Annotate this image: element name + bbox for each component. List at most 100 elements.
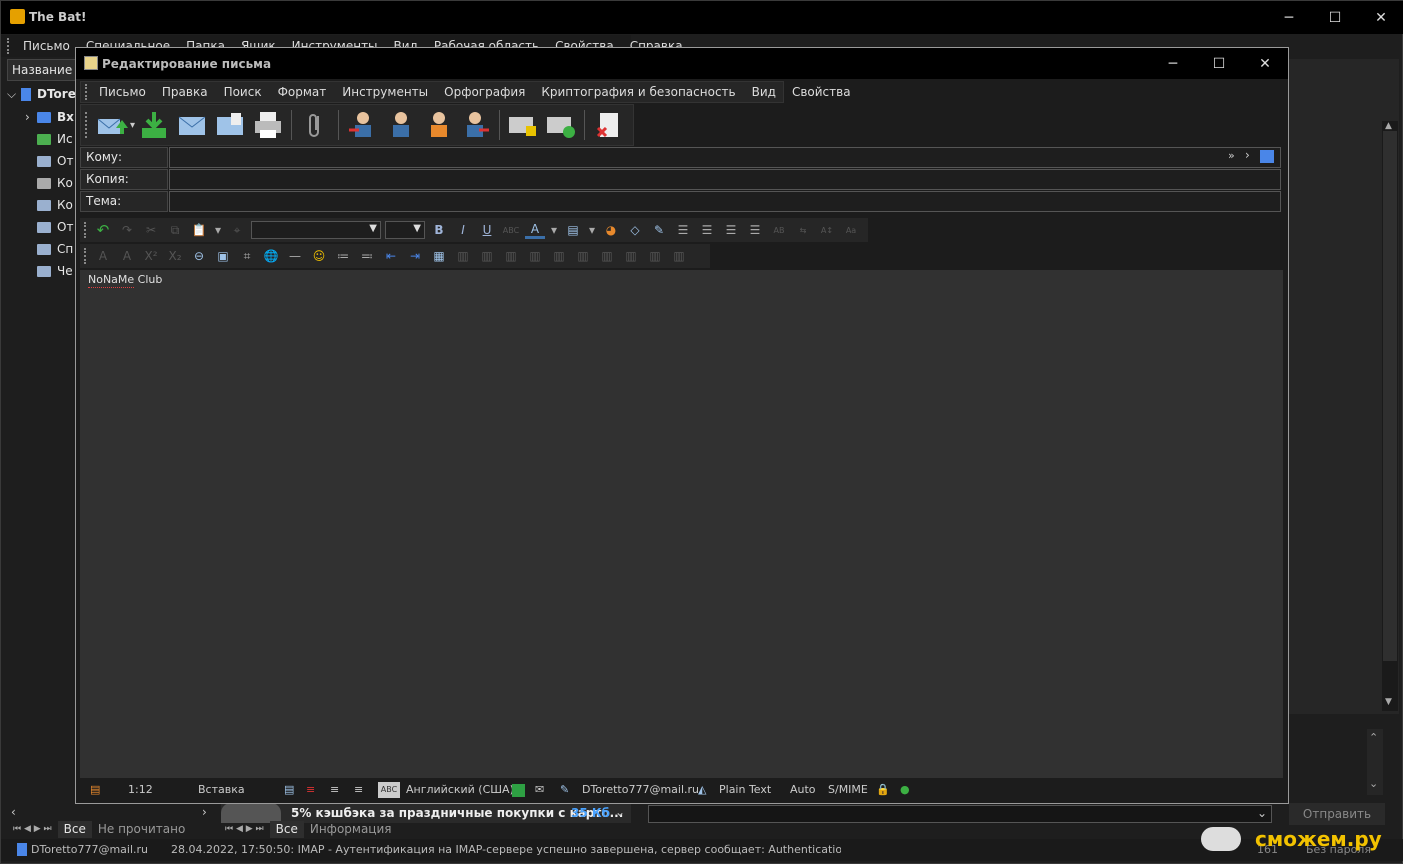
chevron-down-icon[interactable]: ⌄ [615, 805, 625, 819]
bulleted-list-icon[interactable]: ≔ [333, 247, 353, 265]
table-tool-icon[interactable]: ▥ [477, 247, 497, 265]
table-tool-icon[interactable]: ▥ [525, 247, 545, 265]
tree-folder-inbox[interactable]: › Вх [7, 106, 77, 128]
lock-icon[interactable]: 🔒 [876, 780, 890, 800]
italic-icon[interactable]: I [453, 221, 473, 239]
to-field[interactable] [169, 147, 1281, 168]
queue-button[interactable] [137, 108, 171, 142]
subscript-icon[interactable]: X₂ [165, 247, 185, 265]
compose-minimize-button[interactable]: ─ [1150, 48, 1196, 79]
priority-icon[interactable]: ◭ [698, 780, 706, 800]
align-justify-icon[interactable]: ☰ [745, 221, 765, 239]
strikethrough-icon[interactable]: ABC [501, 221, 521, 239]
insert-table-icon[interactable]: ▦ [429, 247, 449, 265]
plain-editor-icon[interactable]: ▤ [284, 780, 294, 800]
compose-menu-item[interactable]: Инструменты [334, 81, 436, 103]
numbered-list-icon[interactable]: ≕ [357, 247, 377, 265]
undo-icon[interactable]: ↶ [93, 221, 113, 239]
table-tool-icon[interactable]: ▥ [453, 247, 473, 265]
clear-format-icon[interactable]: ◇ [625, 221, 645, 239]
horizontal-rule-icon[interactable]: — [285, 247, 305, 265]
envelope-receipt-icon[interactable]: ✉ [535, 780, 544, 800]
outdent-icon[interactable]: ⇤ [381, 247, 401, 265]
address-book-cc-button[interactable] [383, 108, 417, 142]
insert-image-icon[interactable]: ▣ [213, 247, 233, 265]
address-book-to-button[interactable] [345, 108, 379, 142]
tab-unread[interactable]: Не прочитано [92, 821, 191, 838]
direction-ltr-icon[interactable]: AB [769, 221, 789, 239]
compose-menu-item[interactable]: Письмо [91, 81, 154, 103]
compose-menu-item[interactable]: Правка [154, 81, 216, 103]
quick-reply-combo[interactable]: ⌄ [648, 805, 1272, 823]
maximize-button[interactable]: ☐ [1312, 1, 1358, 34]
table-tool-icon[interactable]: ▥ [501, 247, 521, 265]
background-color-icon[interactable]: ◕ [601, 221, 621, 239]
identity-icon[interactable]: ✎ [560, 780, 569, 800]
chevron-down-icon[interactable]: ▾ [213, 221, 223, 239]
indent-decrease-icon[interactable]: A [93, 247, 113, 265]
from-account[interactable]: DToretto777@mail.ru [582, 780, 699, 800]
nav-arrows-icon[interactable]: ⏮ ◀ ▶ ⏭ [219, 821, 270, 838]
align-right-icon[interactable]: ☰ [721, 221, 741, 239]
print-button[interactable] [251, 108, 285, 142]
tree-column-header[interactable]: Название [7, 59, 77, 81]
highlight-icon[interactable]: ▤ [563, 221, 583, 239]
language-select[interactable]: Английский (США) [406, 780, 514, 800]
insert-link-icon[interactable]: 🌐 [261, 247, 281, 265]
save-template-button[interactable] [213, 108, 247, 142]
compose-maximize-button[interactable]: ☐ [1196, 48, 1242, 79]
scroll-up-icon[interactable]: ▲ [1385, 121, 1392, 131]
horizontal-line-toggle-icon[interactable]: ⊖ [189, 247, 209, 265]
minimize-button[interactable]: ─ [1266, 1, 1312, 34]
text-color-icon[interactable]: A [525, 221, 545, 239]
spellcheck-icon[interactable]: ABC [378, 782, 400, 798]
font-grow-icon[interactable]: A↕ [817, 221, 837, 239]
bold-icon[interactable]: B [429, 221, 449, 239]
table-tool-icon[interactable]: ▥ [573, 247, 593, 265]
draft-button[interactable] [175, 108, 209, 142]
insert-mode[interactable]: Вставка [198, 780, 245, 800]
smiley-icon[interactable]: ☺ [309, 247, 329, 265]
copy-icon[interactable]: ⧉ [165, 221, 185, 239]
compose-menu-item[interactable]: Орфография [436, 81, 533, 103]
tree-folder[interactable]: Че [7, 260, 77, 282]
quote-icon[interactable]: ≡ [354, 780, 363, 800]
send-now-button[interactable] [94, 108, 128, 142]
redo-icon[interactable]: ↷ [117, 221, 137, 239]
indent-icon[interactable]: ⇥ [405, 247, 425, 265]
tab-info[interactable]: Информация [304, 821, 398, 838]
preview-scrollbar[interactable]: ⌃ ⌄ [1367, 729, 1383, 795]
compose-menu-item[interactable]: Вид [744, 81, 784, 103]
close-button[interactable]: ✕ [1358, 1, 1403, 34]
color-indicator-icon[interactable] [512, 780, 525, 800]
address-book-bcc-button[interactable] [421, 108, 455, 142]
nav-first-last-icon[interactable]: ⏮ ◀ ▶ ⏭ [7, 821, 58, 838]
message-row[interactable]: 5% кэшбэка за праздничные покупки с карт… [221, 803, 631, 823]
scrollbar-thumb[interactable] [1383, 131, 1397, 661]
table-tool-icon[interactable]: ▥ [645, 247, 665, 265]
chevron-down-icon[interactable]: ▾ [587, 221, 597, 239]
message-body-editor[interactable]: NoNaMe Club [80, 270, 1283, 778]
encrypt-button[interactable] [506, 108, 540, 142]
horizontal-scrollbar[interactable]: ‹ › [7, 805, 217, 821]
indent-increase-icon[interactable]: A [117, 247, 137, 265]
sign-check-icon[interactable]: ● [900, 780, 910, 800]
tab-all[interactable]: Все [57, 821, 92, 838]
table-tool-icon[interactable]: ▥ [669, 247, 689, 265]
style-icon[interactable]: ✎ [649, 221, 669, 239]
address-book-reply-button[interactable] [459, 108, 493, 142]
compose-menu-item[interactable]: Поиск [216, 81, 270, 103]
discard-button[interactable] [591, 108, 625, 142]
tree-folder[interactable]: Ис [7, 128, 77, 150]
tree-folder[interactable]: Ко [7, 172, 77, 194]
superscript-icon[interactable]: X² [141, 247, 161, 265]
compose-menu-item[interactable]: Формат [270, 81, 335, 103]
rich-editor-icon[interactable]: ≡ [330, 780, 339, 800]
compose-menu-item[interactable]: Криптография и безопасность [533, 81, 743, 103]
html-editor-icon[interactable]: ≡ [306, 780, 315, 800]
chevron-down-icon[interactable]: ▾ [549, 221, 559, 239]
crop-icon[interactable]: ⌗ [237, 247, 257, 265]
table-tool-icon[interactable]: ▥ [597, 247, 617, 265]
tree-folder[interactable]: Ко [7, 194, 77, 216]
paste-icon[interactable]: 📋 [189, 221, 209, 239]
